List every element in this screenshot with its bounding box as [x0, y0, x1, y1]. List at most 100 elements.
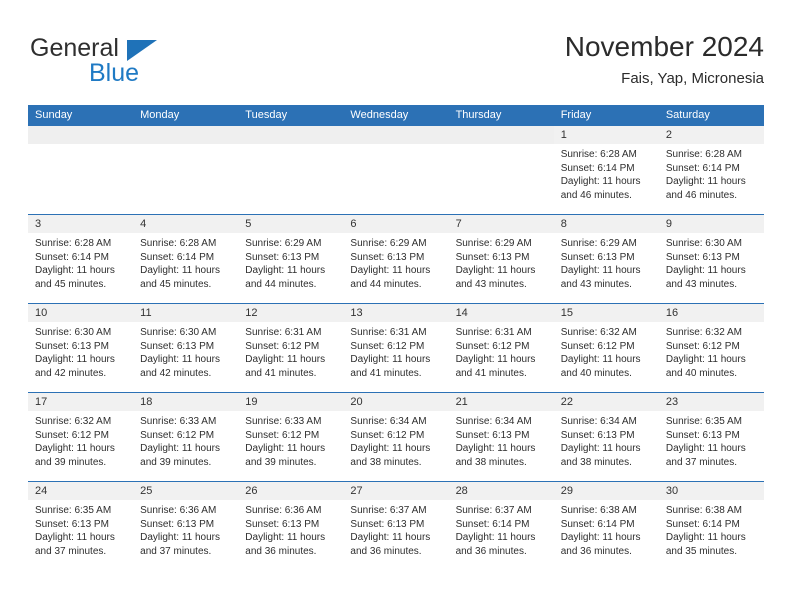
day-details — [28, 144, 133, 214]
day-details: Sunrise: 6:34 AM Sunset: 6:12 PM Daylight:… — [343, 411, 448, 481]
day-details: Sunrise: 6:34 AM Sunset: 6:13 PM Daylight:… — [554, 411, 659, 481]
calendar-day-cell-11[interactable]: 11 Sunrise: 6:30 AM Sunset: 6:13 PM Dayligh… — [133, 303, 239, 392]
day-number: 9 — [658, 215, 764, 233]
calendar-day-cell-24[interactable]: 24 Sunrise: 6:35 AM Sunset: 6:13 PM Dayligh… — [28, 481, 134, 570]
day-number — [28, 126, 134, 144]
calendar-day-cell-8[interactable]: 8 Sunrise: 6:29 AM Sunset: 6:13 PM Daylight… — [553, 214, 659, 303]
calendar-day-cell-15[interactable]: 15 Sunrise: 6:32 AM Sunset: 6:12 PM Dayligh… — [553, 303, 659, 392]
calendar-day-cell-13[interactable]: 13 Sunrise: 6:31 AM Sunset: 6:12 PM Dayligh… — [343, 303, 449, 392]
calendar-day-cell-3[interactable]: 3 Sunrise: 6:28 AM Sunset: 6:14 PM Daylight… — [28, 214, 134, 303]
day-details: Sunrise: 6:30 AM Sunset: 6:13 PM Daylight:… — [28, 322, 133, 392]
daylight-text: Daylight: 11 hours — [665, 176, 746, 187]
calendar-day-cell-23[interactable]: 23 Sunrise: 6:35 AM Sunset: 6:13 PM Dayligh… — [658, 392, 764, 481]
weekday-header-sunday: Sunday — [35, 109, 73, 121]
calendar-day-cell-1[interactable]: 1 Sunrise: 6:28 AM Sunset: 6:14 PM Daylight… — [553, 125, 659, 214]
day-details: Sunrise: 6:28 AM Sunset: 6:14 PM Daylight:… — [659, 144, 764, 214]
daylight-text-cont: and 36 minutes. — [350, 545, 422, 557]
day-number — [448, 126, 554, 144]
daylight-text-cont: and 43 minutes. — [560, 278, 632, 290]
calendar-day-cell-19[interactable]: 19 Sunrise: 6:33 AM Sunset: 6:12 PM Dayligh… — [238, 392, 344, 481]
weekday-header-thursday: Thursday — [455, 109, 502, 121]
calendar-week-row: 24 Sunrise: 6:35 AM Sunset: 6:13 PM Dayligh… — [28, 481, 764, 570]
daylight-text-cont: and 40 minutes. — [665, 367, 738, 379]
calendar-day-cell-27[interactable]: 27 Sunrise: 6:37 AM Sunset: 6:13 PM Dayligh… — [343, 481, 449, 570]
day-details: Sunrise: 6:34 AM Sunset: 6:13 PM Daylight:… — [449, 411, 554, 481]
general-blue-logo[interactable]: General Blue — [28, 34, 258, 92]
sunset-text: Sunset: 6:13 PM — [560, 429, 635, 441]
calendar-day-cell-7[interactable]: 7 Sunrise: 6:29 AM Sunset: 6:13 PM Daylight… — [448, 214, 554, 303]
sunset-text: Sunset: 6:13 PM — [665, 429, 740, 441]
daylight-text: Daylight: 11 hours — [140, 532, 220, 543]
sunset-text: Sunset: 6:12 PM — [245, 340, 320, 352]
calendar-day-cell-29[interactable]: 29 Sunrise: 6:38 AM Sunset: 6:14 PM Dayligh… — [553, 481, 659, 570]
calendar-day-cell-2[interactable]: 2 Sunrise: 6:28 AM Sunset: 6:14 PM Daylight… — [658, 125, 764, 214]
sunset-text: Sunset: 6:13 PM — [35, 518, 109, 530]
calendar-day-cell-26[interactable]: 26 Sunrise: 6:36 AM Sunset: 6:13 PM Dayligh… — [238, 481, 344, 570]
daylight-text: Daylight: 11 hours — [35, 265, 115, 276]
calendar-day-cell-12[interactable]: 12 Sunrise: 6:31 AM Sunset: 6:12 PM Dayligh… — [238, 303, 344, 392]
daylight-text: Daylight: 11 hours — [35, 443, 115, 454]
calendar-day-cell-14[interactable]: 14 Sunrise: 6:31 AM Sunset: 6:12 PM Dayligh… — [448, 303, 554, 392]
daylight-text-cont: and 41 minutes. — [455, 367, 527, 379]
sunset-text: Sunset: 6:13 PM — [350, 518, 425, 530]
day-number: 1 — [553, 126, 659, 144]
daylight-text: Daylight: 11 hours — [560, 532, 641, 543]
calendar-day-cell-28[interactable]: 28 Sunrise: 6:37 AM Sunset: 6:14 PM Dayligh… — [448, 481, 554, 570]
calendar-day-cell-21[interactable]: 21 Sunrise: 6:34 AM Sunset: 6:13 PM Dayligh… — [448, 392, 554, 481]
calendar-weeks: 1 Sunrise: 6:28 AM Sunset: 6:14 PM Daylight… — [28, 125, 764, 570]
day-details: Sunrise: 6:32 AM Sunset: 6:12 PM Daylight:… — [28, 411, 133, 481]
day-number: 23 — [658, 393, 764, 411]
daylight-text: Daylight: 11 hours — [350, 532, 431, 543]
day-number: 26 — [238, 482, 344, 500]
day-details: Sunrise: 6:30 AM Sunset: 6:13 PM Daylight:… — [659, 233, 764, 303]
day-details: Sunrise: 6:35 AM Sunset: 6:13 PM Daylight:… — [28, 500, 133, 570]
sunrise-text: Sunrise: 6:29 AM — [560, 238, 637, 249]
daylight-text: Daylight: 11 hours — [350, 443, 431, 454]
daylight-text: Daylight: 11 hours — [140, 354, 220, 365]
day-details: Sunrise: 6:37 AM Sunset: 6:13 PM Daylight:… — [343, 500, 448, 570]
calendar-day-cell-25[interactable]: 25 Sunrise: 6:36 AM Sunset: 6:13 PM Dayligh… — [133, 481, 239, 570]
day-number: 8 — [553, 215, 659, 233]
calendar-day-cell-17[interactable]: 17 Sunrise: 6:32 AM Sunset: 6:12 PM Dayligh… — [28, 392, 134, 481]
sunset-text: Sunset: 6:12 PM — [140, 429, 215, 441]
daylight-text-cont: and 44 minutes. — [350, 278, 422, 290]
day-number: 29 — [553, 482, 659, 500]
calendar-day-cell-30[interactable]: 30 Sunrise: 6:38 AM Sunset: 6:14 PM Dayligh… — [658, 481, 764, 570]
daylight-text: Daylight: 11 hours — [560, 265, 641, 276]
day-details: Sunrise: 6:32 AM Sunset: 6:12 PM Daylight:… — [554, 322, 659, 392]
day-number: 17 — [28, 393, 134, 411]
daylight-text: Daylight: 11 hours — [35, 354, 115, 365]
calendar-day-cell-4[interactable]: 4 Sunrise: 6:28 AM Sunset: 6:14 PM Daylight… — [133, 214, 239, 303]
day-details — [133, 144, 238, 214]
daylight-text-cont: and 41 minutes. — [350, 367, 422, 379]
calendar-day-cell-20[interactable]: 20 Sunrise: 6:34 AM Sunset: 6:12 PM Dayligh… — [343, 392, 449, 481]
calendar-day-cell-16[interactable]: 16 Sunrise: 6:32 AM Sunset: 6:12 PM Dayligh… — [658, 303, 764, 392]
sunrise-text: Sunrise: 6:34 AM — [560, 416, 637, 427]
calendar-day-cell-10[interactable]: 10 Sunrise: 6:30 AM Sunset: 6:13 PM Dayligh… — [28, 303, 134, 392]
weekday-header-friday: Friday — [560, 109, 592, 121]
sunset-text: Sunset: 6:13 PM — [245, 518, 320, 530]
calendar-day-cell-empty — [343, 125, 449, 214]
day-number: 6 — [343, 215, 449, 233]
daylight-text: Daylight: 11 hours — [665, 265, 746, 276]
page-header: General Blue November 2024 Fais, Yap, Mi… — [28, 30, 764, 98]
sunset-text: Sunset: 6:14 PM — [35, 251, 109, 263]
day-details: Sunrise: 6:29 AM Sunset: 6:13 PM Daylight:… — [449, 233, 554, 303]
calendar-day-cell-18[interactable]: 18 Sunrise: 6:33 AM Sunset: 6:12 PM Dayligh… — [133, 392, 239, 481]
calendar-day-cell-5[interactable]: 5 Sunrise: 6:29 AM Sunset: 6:13 PM Daylight… — [238, 214, 344, 303]
sunset-text: Sunset: 6:12 PM — [665, 340, 740, 352]
sunrise-text: Sunrise: 6:29 AM — [245, 238, 322, 249]
sunrise-text: Sunrise: 6:28 AM — [35, 238, 112, 249]
sunrise-text: Sunrise: 6:31 AM — [245, 327, 322, 338]
sunset-text: Sunset: 6:14 PM — [560, 518, 635, 530]
sunrise-text: Sunrise: 6:35 AM — [35, 505, 112, 516]
sunset-text: Sunset: 6:13 PM — [140, 340, 215, 352]
daylight-text: Daylight: 11 hours — [455, 532, 536, 543]
calendar-day-cell-22[interactable]: 22 Sunrise: 6:34 AM Sunset: 6:13 PM Dayligh… — [553, 392, 659, 481]
day-number: 18 — [133, 393, 239, 411]
calendar-grid: Sunday Monday Tuesday Wednesday Thursday Frid… — [28, 105, 764, 570]
calendar-day-cell-6[interactable]: 6 Sunrise: 6:29 AM Sunset: 6:13 PM Daylight… — [343, 214, 449, 303]
calendar-week-row: 10 Sunrise: 6:30 AM Sunset: 6:13 PM Dayligh… — [28, 303, 764, 392]
day-number: 12 — [238, 304, 344, 322]
calendar-day-cell-9[interactable]: 9 Sunrise: 6:30 AM Sunset: 6:13 PM Daylight… — [658, 214, 764, 303]
